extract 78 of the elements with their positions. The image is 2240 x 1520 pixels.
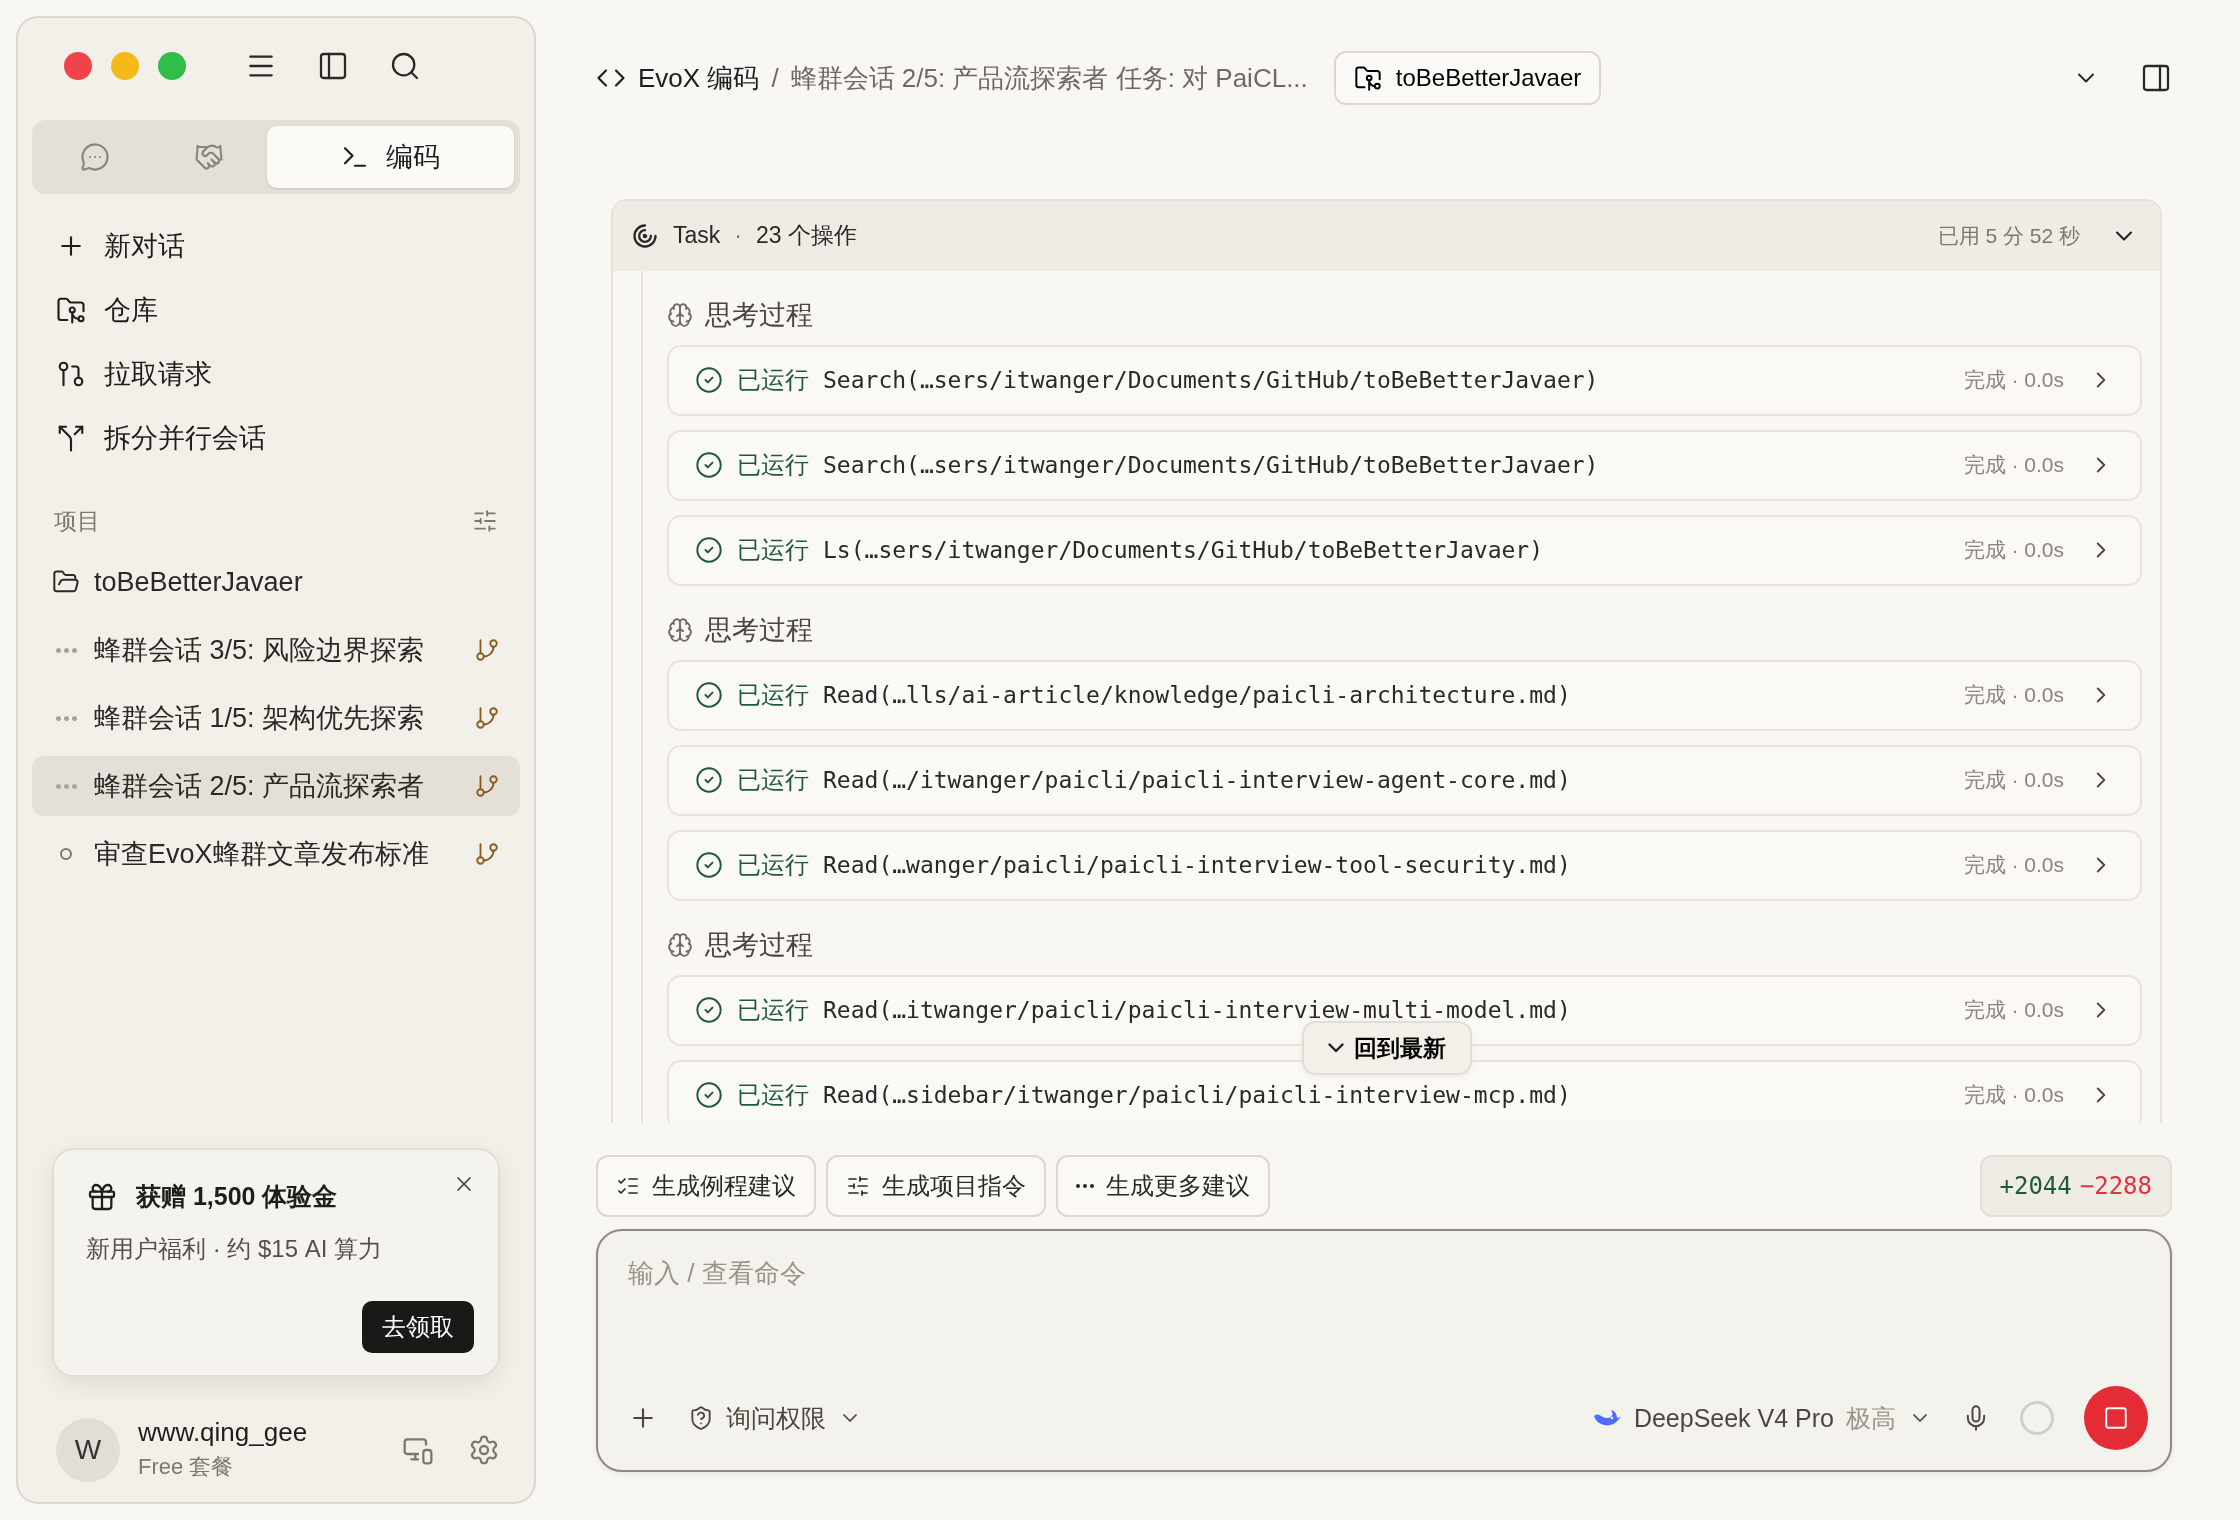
suggestion-button[interactable]: 生成项目指令 bbox=[826, 1155, 1046, 1218]
branch-icon bbox=[474, 637, 500, 663]
brain-icon bbox=[667, 616, 693, 643]
session-item[interactable]: 蜂群会话 2/5: 产品流探索者 bbox=[32, 756, 520, 816]
claim-button[interactable]: 去领取 bbox=[362, 1301, 474, 1353]
folder-git-icon bbox=[56, 295, 86, 325]
model-dropdown[interactable]: DeepSeek V4 Pro 极高 bbox=[1591, 1401, 1932, 1435]
branch-icon bbox=[474, 705, 500, 731]
check-circle-icon bbox=[695, 451, 723, 480]
message-input[interactable]: 输入 / 查看命令 bbox=[628, 1253, 2148, 1294]
promo-subtitle: 新用户福利 · 约 $15 AI 算力 bbox=[86, 1234, 384, 1264]
nav-item[interactable]: 新对话 bbox=[32, 214, 520, 278]
check-circle-icon bbox=[695, 851, 723, 880]
diff-stats: +2044 −2288 bbox=[1979, 1155, 2172, 1218]
chevron-down-icon bbox=[1327, 1043, 1344, 1054]
task-elapsed: 已用 5 分 52 秒 bbox=[1937, 222, 2080, 249]
filter-icon[interactable] bbox=[472, 508, 498, 534]
check-circle-icon bbox=[695, 1081, 723, 1110]
nav-item[interactable]: 拆分并行会话 bbox=[32, 406, 520, 470]
step-row[interactable]: 已运行 Ls(…sers/itwanger/Documents/GitHub/toBeBetterJavaer) 完成 · 0.0s bbox=[667, 514, 2142, 586]
step-row[interactable]: 已运行 Search(…sers/itwanger/Documents/GitHub/toBeBetterJavaer) 完成 · 0.0s bbox=[667, 344, 2142, 416]
nav-item[interactable]: 拉取请求 bbox=[32, 342, 520, 406]
sliders-icon bbox=[846, 1174, 870, 1199]
session-item[interactable]: 审查EvoX蜂群文章发布标准 bbox=[32, 824, 520, 884]
promo-title: 获赠 1,500 体验金 bbox=[136, 1181, 338, 1212]
permission-dropdown[interactable]: 询问权限 bbox=[688, 1401, 862, 1435]
progress-ring-icon bbox=[2020, 1401, 2054, 1435]
task-title: Task bbox=[673, 222, 721, 250]
user-plan: Free 套餐 bbox=[138, 1453, 235, 1481]
step-row[interactable]: 已运行 Read(…sidebar/itwanger/paicli/paicli-interview-mcp.md) 完成 · 0.0s bbox=[667, 1059, 2142, 1124]
task-count: 23 个操作 bbox=[755, 221, 857, 251]
repo-chip[interactable]: toBeBetterJavaer bbox=[1333, 51, 1602, 106]
check-circle-icon bbox=[695, 536, 723, 565]
idle-circle-icon bbox=[60, 848, 72, 860]
split-icon bbox=[56, 423, 86, 453]
task-header[interactable]: Task · 23 个操作 已用 5 分 52 秒 bbox=[613, 200, 2160, 271]
check-circle-icon bbox=[695, 366, 723, 395]
jump-to-latest-button[interactable]: 回到最新 bbox=[1301, 1021, 1472, 1076]
check-circle-icon bbox=[695, 996, 723, 1025]
breadcrumb-separator: / bbox=[771, 62, 779, 94]
check-circle-icon bbox=[695, 766, 723, 795]
step-row[interactable]: 已运行 Search(…sers/itwanger/Documents/GitHub/toBeBetterJavaer) 完成 · 0.0s bbox=[667, 429, 2142, 501]
pull-request-icon bbox=[56, 359, 86, 389]
close-window-button[interactable] bbox=[64, 52, 92, 80]
settings-icon[interactable] bbox=[468, 1433, 500, 1466]
session-item[interactable]: 蜂群会话 1/5: 架构优先探索 bbox=[32, 688, 520, 748]
section-label: 项目 bbox=[54, 506, 100, 536]
step-row[interactable]: 已运行 Read(…wanger/paicli/paicli-interview-tool-security.md) 完成 · 0.0s bbox=[667, 829, 2142, 901]
check-circle-icon bbox=[695, 681, 723, 710]
suggestion-button[interactable]: 生成例程建议 bbox=[596, 1155, 816, 1218]
breadcrumb-current: 蜂群会话 2/5: 产品流探索者 任务: 对 PaiCL... bbox=[790, 61, 1308, 95]
search-icon[interactable] bbox=[389, 50, 421, 82]
mode-tab[interactable]: 编码 bbox=[266, 126, 514, 188]
task-separator: · bbox=[734, 222, 742, 250]
group-title: 思考过程 bbox=[705, 928, 813, 962]
branch-icon bbox=[474, 841, 500, 867]
brain-icon bbox=[667, 301, 693, 328]
step-row[interactable]: 已运行 Read(…/itwanger/paicli/paicli-interview-agent-core.md) 完成 · 0.0s bbox=[667, 744, 2142, 816]
ellipsis-icon bbox=[1076, 1184, 1094, 1189]
step-row[interactable]: 已运行 Read(…lls/ai-article/knowledge/paicli-architecture.md) 完成 · 0.0s bbox=[667, 659, 2142, 731]
branch-icon bbox=[474, 773, 500, 799]
chat-icon bbox=[80, 142, 111, 172]
suggestion-button[interactable]: 生成更多建议 bbox=[1056, 1155, 1270, 1218]
spiral-icon bbox=[631, 221, 659, 250]
user-name: www.qing_gee bbox=[138, 1417, 308, 1448]
group-title: 思考过程 bbox=[705, 298, 813, 332]
stop-icon bbox=[2103, 1405, 2129, 1431]
folder-git-icon bbox=[1353, 64, 1382, 93]
session-item[interactable]: 蜂群会话 3/5: 风险边界探索 bbox=[32, 620, 520, 680]
sidebar-toggle-icon[interactable] bbox=[317, 50, 349, 82]
breadcrumb-root[interactable]: EvoX 编码 bbox=[638, 60, 760, 96]
shield-question-icon bbox=[688, 1405, 714, 1431]
project-item[interactable]: toBeBetterJavaer bbox=[32, 552, 520, 612]
handshake-icon bbox=[194, 142, 225, 172]
brain-icon bbox=[667, 931, 693, 958]
nav-item[interactable]: 仓库 bbox=[32, 278, 520, 342]
group-title: 思考过程 bbox=[705, 613, 813, 647]
avatar[interactable]: W bbox=[56, 1417, 120, 1482]
